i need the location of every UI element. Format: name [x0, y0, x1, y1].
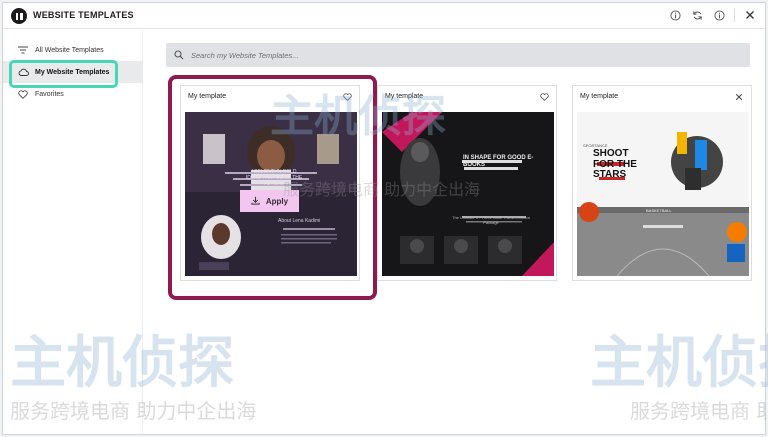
card-title: My template — [580, 93, 619, 100]
preview-subheading: The Ultimate 3 - Three Book Transformati… — [452, 215, 530, 225]
download-icon — [251, 196, 260, 207]
dialog-header: WEBSITE TEMPLATES — [3, 3, 765, 29]
close-icon[interactable] — [743, 8, 757, 22]
sidebar-item-all-templates[interactable]: All Website Templates — [3, 39, 143, 61]
close-icon[interactable] — [733, 91, 745, 103]
template-card-2[interactable]: My template — [377, 85, 557, 281]
preview-headline: I BELIEVE IN BOLD IDEAS THAT BUILD THE F… — [245, 169, 303, 187]
preview-headline: IN SHAPE FOR GOOD E-BOOKS — [463, 155, 534, 169]
highlight-annotation — [9, 60, 118, 88]
template-card-3[interactable]: My template — [572, 85, 752, 281]
apply-label: Apply — [265, 196, 289, 206]
template-preview — [577, 112, 749, 276]
preview-subheading: BASKETBALL — [646, 208, 672, 213]
templates-dialog: WEBSITE TEMPLATES All Website Templates — [2, 2, 766, 435]
sidebar-item-label: All Website Templates — [35, 46, 104, 54]
header-divider — [734, 8, 735, 22]
search-icon — [173, 49, 185, 61]
sync-icon[interactable] — [690, 8, 704, 22]
selection-annotation — [168, 75, 377, 300]
heart-icon — [17, 88, 29, 100]
preview-subheading: About Lena Kadimi — [278, 218, 321, 224]
info-icon[interactable] — [668, 8, 682, 22]
filter-icon — [17, 44, 29, 56]
sidebar-item-label: Favorites — [35, 90, 64, 98]
heart-icon[interactable] — [538, 91, 550, 103]
search-input[interactable] — [191, 50, 731, 60]
card-title: My template — [385, 93, 424, 100]
sidebar: All Website Templates My Website Templat… — [3, 30, 143, 434]
template-preview — [382, 112, 554, 276]
search-bar[interactable] — [166, 43, 750, 67]
dialog-title: WEBSITE TEMPLATES — [33, 10, 134, 20]
apply-button[interactable]: Apply — [240, 190, 299, 212]
preview-headline: SHOOT FOR THE STARS — [593, 148, 637, 180]
elementor-logo-icon — [11, 8, 27, 24]
help-icon[interactable] — [712, 8, 726, 22]
